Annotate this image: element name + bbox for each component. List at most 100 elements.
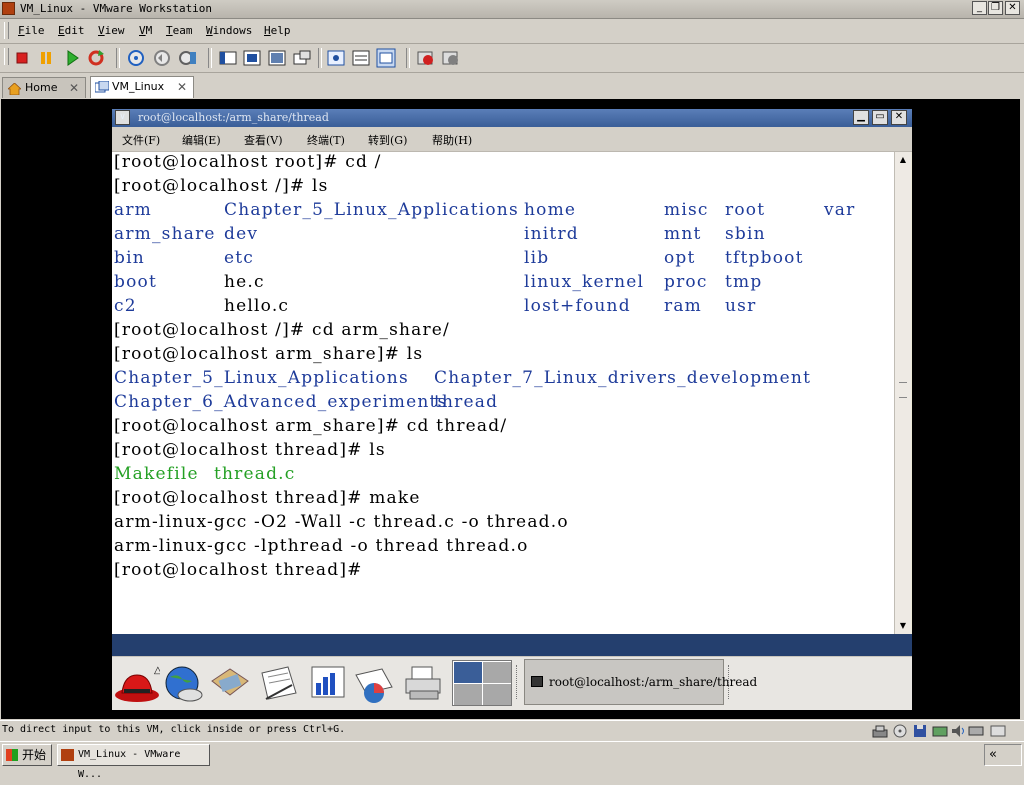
menu-edit[interactable]: Edit <box>58 24 85 37</box>
tray-expand-icon[interactable]: « <box>989 747 997 762</box>
reset-icon[interactable] <box>86 48 106 68</box>
tab-vm-linux-close-icon[interactable]: ✕ <box>177 77 187 97</box>
terminal-text: [root@localhost thread]# make <box>114 488 421 508</box>
floppy-icon[interactable] <box>912 724 928 738</box>
panel-handle[interactable] <box>728 665 732 699</box>
vmware-titlebar: VM_Linux - VMware Workstation _ ❐ ✕ <box>0 0 1024 19</box>
workspace-3[interactable] <box>454 684 482 705</box>
hdd-icon[interactable] <box>968 724 984 738</box>
vm-icon <box>94 80 110 101</box>
terminal-ls-entry: tftpboot <box>725 248 804 268</box>
usb-icon[interactable] <box>932 724 948 738</box>
menu-file[interactable]: File <box>18 24 45 37</box>
taskbar-terminal-button[interactable]: root@localhost:/arm_share/thread <box>524 659 757 705</box>
close-button[interactable]: ✕ <box>1005 1 1020 15</box>
writer-icon[interactable] <box>256 663 300 705</box>
terminal-menu-item[interactable]: 查看(V) <box>244 132 283 148</box>
scroll-down-icon[interactable]: ▼ <box>896 619 910 632</box>
terminal-minimize-button[interactable]: ▁ <box>853 110 869 125</box>
terminal-text: arm-linux-gcc -lpthread -o thread thread… <box>114 536 529 556</box>
network-icon[interactable] <box>872 724 888 738</box>
restore-button[interactable]: ❐ <box>988 1 1003 15</box>
terminal-ls-entry: sbin <box>725 224 766 244</box>
windows-flag-icon <box>6 749 18 761</box>
terminal-ls-entry: hello.c <box>224 296 290 316</box>
menu-view[interactable]: View <box>98 24 125 37</box>
terminal-ls-entry: Chapter_5_Linux_Applications <box>114 368 409 388</box>
presentation-icon[interactable] <box>306 663 350 705</box>
minimize-button[interactable]: _ <box>972 1 987 15</box>
terminal-line: arm_share dev initrd mnt sbin <box>112 224 892 248</box>
terminal-ls-entry: boot <box>114 272 157 292</box>
tab-vm-linux[interactable]: VM_Linux ✕ <box>90 76 194 98</box>
full-screen-icon[interactable] <box>242 48 262 68</box>
workspace-1[interactable] <box>454 662 482 683</box>
scroll-grip[interactable] <box>899 382 907 398</box>
suspend-icon[interactable] <box>36 48 56 68</box>
terminal-ls-entry: home <box>524 200 577 220</box>
start-button[interactable]: 开始 <box>2 744 52 766</box>
menu-grip[interactable] <box>4 22 9 39</box>
tab-home-close-icon[interactable]: ✕ <box>69 78 79 98</box>
terminal-scrollbar[interactable]: ▲ ▼ <box>894 152 911 634</box>
menu-team[interactable]: Team <box>166 24 193 37</box>
terminal-line: arm-linux-gcc -lpthread -o thread thread… <box>112 536 892 560</box>
tab-bar: Home ✕ VM_Linux ✕ <box>0 73 1024 99</box>
replay-icon[interactable] <box>441 48 461 68</box>
menu-vm[interactable]: VM <box>139 24 152 37</box>
taskbar-vmware-button[interactable]: VM_Linux - VMware W... <box>57 744 210 780</box>
web-browser-icon[interactable] <box>162 663 206 705</box>
panel-handle[interactable] <box>516 665 520 699</box>
redhat-menu-icon[interactable]: △ <box>114 663 162 705</box>
window-menu-button[interactable]: ∨ <box>115 110 130 125</box>
taskbar-vmware-label: VM_Linux - VMware W... <box>78 749 181 780</box>
snapshot-icon[interactable] <box>126 48 146 68</box>
vmware-app-icon[interactable] <box>2 2 15 15</box>
appliance-view-icon[interactable] <box>326 48 346 68</box>
terminal-line: Chapter_5_Linux_Applications Chapter_7_Li… <box>112 368 892 392</box>
quick-switch-icon[interactable] <box>218 48 238 68</box>
revert-snapshot-icon[interactable] <box>152 48 172 68</box>
terminal-line: c2 hello.c lost+found ram usr <box>112 296 892 320</box>
terminal-output[interactable]: [root@localhost root]# cd / [root@localho… <box>112 152 894 634</box>
workspace-switcher[interactable] <box>452 660 512 706</box>
terminal-ls-entry: etc <box>224 248 255 268</box>
terminal-ls-entry: bin <box>114 248 145 268</box>
mail-icon[interactable] <box>208 663 252 705</box>
console-view-icon[interactable] <box>292 48 312 68</box>
terminal-menu-item[interactable]: 转到(G) <box>368 132 407 148</box>
scroll-up-icon[interactable]: ▲ <box>896 153 910 166</box>
terminal-line: arm-linux-gcc -O2 -Wall -c thread.c -o t… <box>112 512 892 536</box>
terminal-line: [root@localhost arm_share]# ls <box>112 344 892 368</box>
workspace-4[interactable] <box>483 684 511 705</box>
power-on-icon[interactable] <box>62 48 82 68</box>
cdrom-icon[interactable] <box>892 724 908 738</box>
terminal-menu-item[interactable]: 帮助(H) <box>432 132 472 148</box>
sound-icon[interactable] <box>950 724 966 738</box>
terminal-titlebar[interactable]: ∨ root@localhost:/arm_share/thread ▁ ▭ ✕ <box>112 109 912 127</box>
terminal-close-button[interactable]: ✕ <box>891 110 907 125</box>
window-title: VM_Linux - VMware Workstation <box>20 2 213 15</box>
terminal-menu-item[interactable]: 终端(T) <box>307 132 345 148</box>
printer-icon[interactable] <box>402 663 446 705</box>
menu-windows[interactable]: Windows <box>206 24 252 37</box>
message-log-icon[interactable] <box>990 724 1006 738</box>
summary-view-icon[interactable] <box>267 48 287 68</box>
clone-icon[interactable] <box>376 48 396 68</box>
team-icon[interactable] <box>351 48 371 68</box>
terminal-line: [root@localhost root]# cd / <box>112 152 892 176</box>
terminal-menu-item[interactable]: 编辑(E) <box>182 132 221 148</box>
terminal-menu-item[interactable]: 文件(F) <box>122 132 160 148</box>
toolbar-grip[interactable] <box>4 48 9 65</box>
workspace-2[interactable] <box>483 662 511 683</box>
record-icon[interactable] <box>416 48 436 68</box>
power-off-icon[interactable] <box>12 48 32 68</box>
terminal-maximize-button[interactable]: ▭ <box>872 110 888 125</box>
snapshot-manager-icon[interactable] <box>178 48 198 68</box>
calc-icon[interactable] <box>352 663 396 705</box>
toolbar-separator <box>318 48 322 68</box>
terminal-ls-entry: misc <box>664 200 709 220</box>
tab-home[interactable]: Home ✕ <box>2 77 86 98</box>
terminal-text: [root@localhost root]# cd / <box>114 152 382 172</box>
menu-help[interactable]: Help <box>264 24 291 37</box>
